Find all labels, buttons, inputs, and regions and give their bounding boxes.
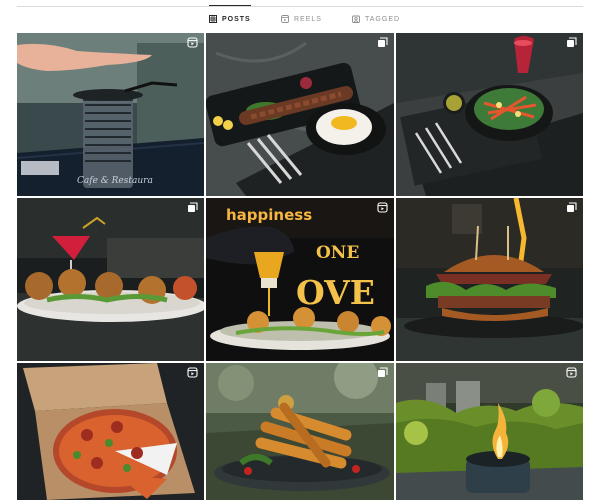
posts-grid: Cafe & Restaura happiness ONE OVE bbox=[17, 33, 583, 500]
post-thumbnail-4[interactable] bbox=[17, 198, 204, 361]
post-image-9 bbox=[396, 363, 583, 500]
tab-posts[interactable]: POSTS bbox=[209, 5, 251, 32]
post-image-1: Cafe & Restaura bbox=[17, 33, 204, 196]
post-thumbnail-6[interactable] bbox=[396, 198, 583, 361]
post-image-6 bbox=[396, 198, 583, 361]
tab-reels[interactable]: REELS bbox=[281, 6, 322, 32]
post-thumbnail-8[interactable] bbox=[206, 363, 394, 500]
post-image-8 bbox=[206, 363, 394, 500]
reels-icon bbox=[566, 367, 577, 378]
tab-tagged-label: TAGGED bbox=[365, 15, 401, 23]
post-thumbnail-9[interactable] bbox=[396, 363, 583, 500]
post-thumbnail-7[interactable] bbox=[17, 363, 204, 500]
neon-sign-text: happiness bbox=[226, 206, 312, 224]
post-image-4 bbox=[17, 198, 204, 361]
post-image-5: happiness ONE OVE bbox=[206, 198, 394, 361]
post-thumbnail-5[interactable]: happiness ONE OVE bbox=[206, 198, 394, 361]
post-thumbnail-3[interactable] bbox=[396, 33, 583, 196]
cafe-sign-text: Cafe & Restaura bbox=[77, 176, 153, 186]
reels-icon bbox=[377, 202, 388, 213]
tab-posts-label: POSTS bbox=[222, 15, 251, 23]
reels-icon bbox=[187, 367, 198, 378]
post-image-3 bbox=[396, 33, 583, 196]
grid-icon bbox=[209, 15, 217, 23]
carousel-icon bbox=[377, 367, 388, 378]
carousel-icon bbox=[187, 202, 198, 213]
reels-icon bbox=[187, 37, 198, 48]
reels-icon bbox=[281, 15, 289, 23]
carousel-icon bbox=[377, 37, 388, 48]
post-image-2 bbox=[206, 33, 394, 196]
post-thumbnail-2[interactable] bbox=[206, 33, 394, 196]
carousel-icon bbox=[566, 37, 577, 48]
tab-tagged[interactable]: TAGGED bbox=[352, 6, 400, 32]
post-image-7 bbox=[17, 363, 204, 500]
profile-tab-bar: POSTS REELS TAGGED bbox=[0, 0, 600, 32]
sign-word-one: ONE bbox=[316, 243, 359, 263]
sign-word-ove: OVE bbox=[296, 273, 375, 312]
tag-icon bbox=[352, 15, 360, 23]
post-thumbnail-1[interactable]: Cafe & Restaura bbox=[17, 33, 204, 196]
carousel-icon bbox=[566, 202, 577, 213]
tab-reels-label: REELS bbox=[294, 15, 322, 23]
